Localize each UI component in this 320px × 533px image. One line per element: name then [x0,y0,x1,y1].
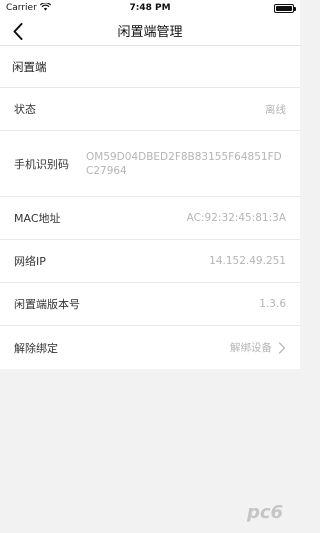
status-value: 离线 [265,103,286,116]
status-label: 状态 [14,103,36,116]
mac-value: AC:92:32:45:81:3A [186,212,286,224]
row-mac: MAC地址 AC:92:32:45:81:3A [0,197,300,240]
unbind-device-text: 解绑设备 [230,342,272,354]
row-unbind[interactable]: 解除绑定 解绑设备 [0,326,300,369]
watermark-logo: pc6 [246,501,284,523]
mac-label: MAC地址 [14,212,61,225]
unbind-device-button[interactable]: 解绑设备 [230,340,286,355]
status-time: 7:48 PM [129,3,171,13]
page-title: 闲置端管理 [117,25,183,40]
chevron-left-icon [13,22,23,40]
row-device-id: 手机识别码 OM59D04DBED2F8B83155F64851FDC27964 [0,131,300,197]
row-ip: 网络IP 14.152.49.251 [0,240,300,283]
ip-label: 网络IP [14,255,46,268]
version-value: 1.3.6 [259,298,286,310]
device-info-list: 状态 离线 手机识别码 OM59D04DBED2F8B83155F64851FD… [0,88,300,369]
status-bar: Carrier 7:48 PM [0,0,300,16]
device-id-value: OM59D04DBED2F8B83155F64851FDC27964 [86,150,282,177]
unbind-label: 解除绑定 [14,341,58,355]
section-title: 闲置端 [0,46,300,88]
battery-icon [274,3,296,13]
ip-value: 14.152.49.251 [209,255,286,267]
nav-bar: 闲置端管理 [0,16,300,46]
row-version: 闲置端版本号 1.3.6 [0,283,300,326]
row-status: 状态 离线 [0,88,300,131]
back-button[interactable] [8,20,28,42]
device-id-label: 手机识别码 [14,157,69,171]
version-label: 闲置端版本号 [14,298,80,311]
chevron-right-icon [278,341,286,354]
